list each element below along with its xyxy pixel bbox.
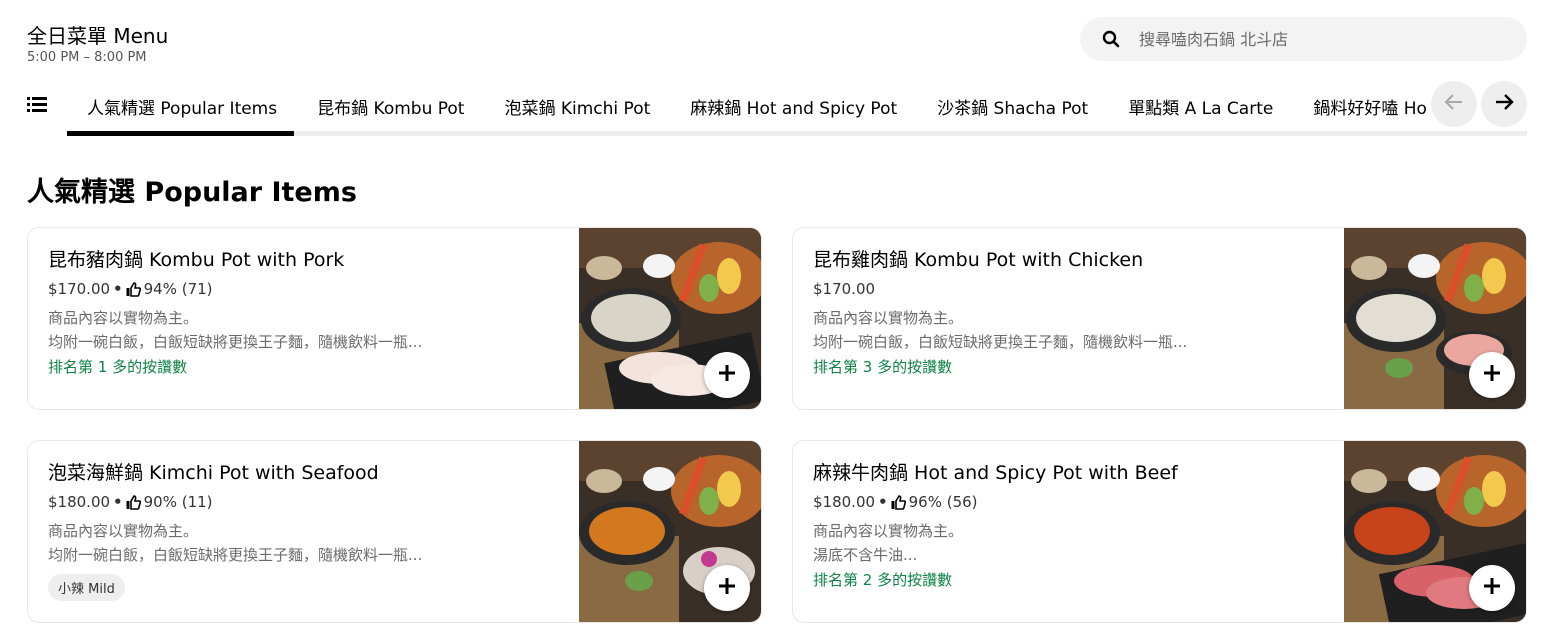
add-to-cart-button[interactable] (704, 352, 750, 398)
plus-icon (718, 577, 736, 599)
tab-kombu-pot[interactable]: 昆布鍋 Kombu Pot (297, 78, 484, 135)
plus-icon (1483, 364, 1501, 386)
menu-item-card[interactable]: 麻辣牛肉鍋 Hot and Spicy Pot with Beef $180.0… (792, 440, 1527, 623)
search-bar[interactable] (1080, 17, 1527, 61)
item-description-line: 商品內容以實物為主。 (813, 309, 964, 327)
scroll-right-button[interactable] (1481, 81, 1527, 127)
search-icon (1101, 29, 1121, 49)
item-description: 商品內容以實物為主。 均附一碗白飯，白飯短缺將更換王子麵，隨機飲料一瓶... (48, 519, 568, 567)
item-description-line: 均附一碗白飯，白飯短缺將更換王子麵，隨機飲料一瓶... (813, 333, 1188, 351)
item-description-line: 均附一碗白飯，白飯短缺將更換王子麵，隨機飲料一瓶... (48, 333, 423, 351)
tab-popular-items[interactable]: 人氣精選 Popular Items (67, 78, 298, 136)
add-to-cart-button[interactable] (704, 565, 750, 611)
item-description-line: 商品內容以實物為主。 (48, 522, 199, 540)
item-description-line: 均附一碗白飯，白飯短缺將更換王子麵，隨機飲料一瓶... (48, 546, 423, 564)
item-description: 商品內容以實物為主。 均附一碗白飯，白飯短缺將更換王子麵，隨機飲料一瓶... (813, 306, 1333, 354)
menu-hours: 5:00 PM – 8:00 PM (27, 50, 147, 65)
scroll-left-button[interactable] (1431, 81, 1477, 127)
add-to-cart-button[interactable] (1469, 565, 1515, 611)
item-price: $180.00 (813, 493, 876, 511)
item-meta: $170.00 (813, 279, 1333, 299)
tab-hot-pot-ingredients[interactable]: 鍋料好好嗑 Ho (1293, 78, 1430, 135)
separator-dot: • (113, 280, 123, 298)
item-image (1344, 441, 1526, 622)
spice-level-badge: 小辣 Mild (48, 574, 125, 601)
item-price: $170.00 (48, 280, 111, 298)
item-rating: 94% (71) (143, 280, 213, 298)
item-price: $170.00 (813, 280, 876, 298)
item-description-line: 湯底不含牛油... (813, 546, 918, 564)
item-rank: 排名第 3 多的按讚數 (813, 358, 953, 376)
item-description-line: 商品內容以實物為主。 (813, 522, 964, 540)
thumbs-up-icon (126, 494, 141, 510)
item-meta: $180.00 • 96% (56) (813, 492, 1333, 512)
item-name: 麻辣牛肉鍋 Hot and Spicy Pot with Beef (813, 462, 1178, 484)
plus-icon (1483, 577, 1501, 599)
tab-kimchi-pot[interactable]: 泡菜鍋 Kimchi Pot (484, 78, 670, 135)
menu-item-card[interactable]: 昆布豬肉鍋 Kombu Pot with Pork $170.00 • 94% … (27, 227, 762, 410)
item-name: 昆布豬肉鍋 Kombu Pot with Pork (48, 249, 345, 271)
plus-icon (718, 364, 736, 386)
tab-hot-and-spicy-pot[interactable]: 麻辣鍋 Hot and Spicy Pot (670, 78, 917, 135)
item-image (579, 228, 761, 409)
add-to-cart-button[interactable] (1469, 352, 1515, 398)
thumbs-up-icon (126, 281, 141, 297)
item-rank: 排名第 1 多的按讚數 (48, 358, 188, 376)
arrow-left-icon (1444, 92, 1464, 116)
category-tabs: 人氣精選 Popular Items 昆布鍋 Kombu Pot 泡菜鍋 Kim… (67, 78, 1430, 136)
item-rating: 96% (56) (908, 493, 978, 511)
separator-dot: • (878, 493, 888, 511)
list-icon[interactable] (27, 95, 47, 113)
active-tab-indicator (67, 131, 294, 136)
item-price: $180.00 (48, 493, 111, 511)
item-rank: 排名第 2 多的按讚數 (813, 571, 953, 589)
item-name: 昆布雞肉鍋 Kombu Pot with Chicken (813, 249, 1144, 271)
item-description-line: 商品內容以實物為主。 (48, 309, 199, 327)
item-meta: $170.00 • 94% (71) (48, 279, 568, 299)
tab-a-la-carte[interactable]: 單點類 A La Carte (1108, 78, 1293, 135)
search-input[interactable] (1139, 29, 1499, 49)
item-image (1344, 228, 1526, 409)
section-title: 人氣精選 Popular Items (27, 177, 357, 208)
arrow-right-icon (1494, 92, 1514, 116)
item-meta: $180.00 • 90% (11) (48, 492, 568, 512)
tab-shacha-pot[interactable]: 沙茶鍋 Shacha Pot (917, 78, 1108, 135)
menu-item-card[interactable]: 泡菜海鮮鍋 Kimchi Pot with Seafood $180.00 • … (27, 440, 762, 623)
menu-item-card[interactable]: 昆布雞肉鍋 Kombu Pot with Chicken $170.00 商品內… (792, 227, 1527, 410)
thumbs-up-icon (891, 494, 906, 510)
item-description: 商品內容以實物為主。 湯底不含牛油... (813, 519, 1333, 567)
category-bar: 人氣精選 Popular Items 昆布鍋 Kombu Pot 泡菜鍋 Kim… (0, 78, 1549, 138)
item-rating: 90% (11) (143, 493, 213, 511)
menu-title: 全日菜單 Menu (27, 24, 169, 48)
item-description: 商品內容以實物為主。 均附一碗白飯，白飯短缺將更換王子麵，隨機飲料一瓶... (48, 306, 568, 354)
item-image (579, 441, 761, 622)
item-name: 泡菜海鮮鍋 Kimchi Pot with Seafood (48, 462, 379, 484)
separator-dot: • (113, 493, 123, 511)
